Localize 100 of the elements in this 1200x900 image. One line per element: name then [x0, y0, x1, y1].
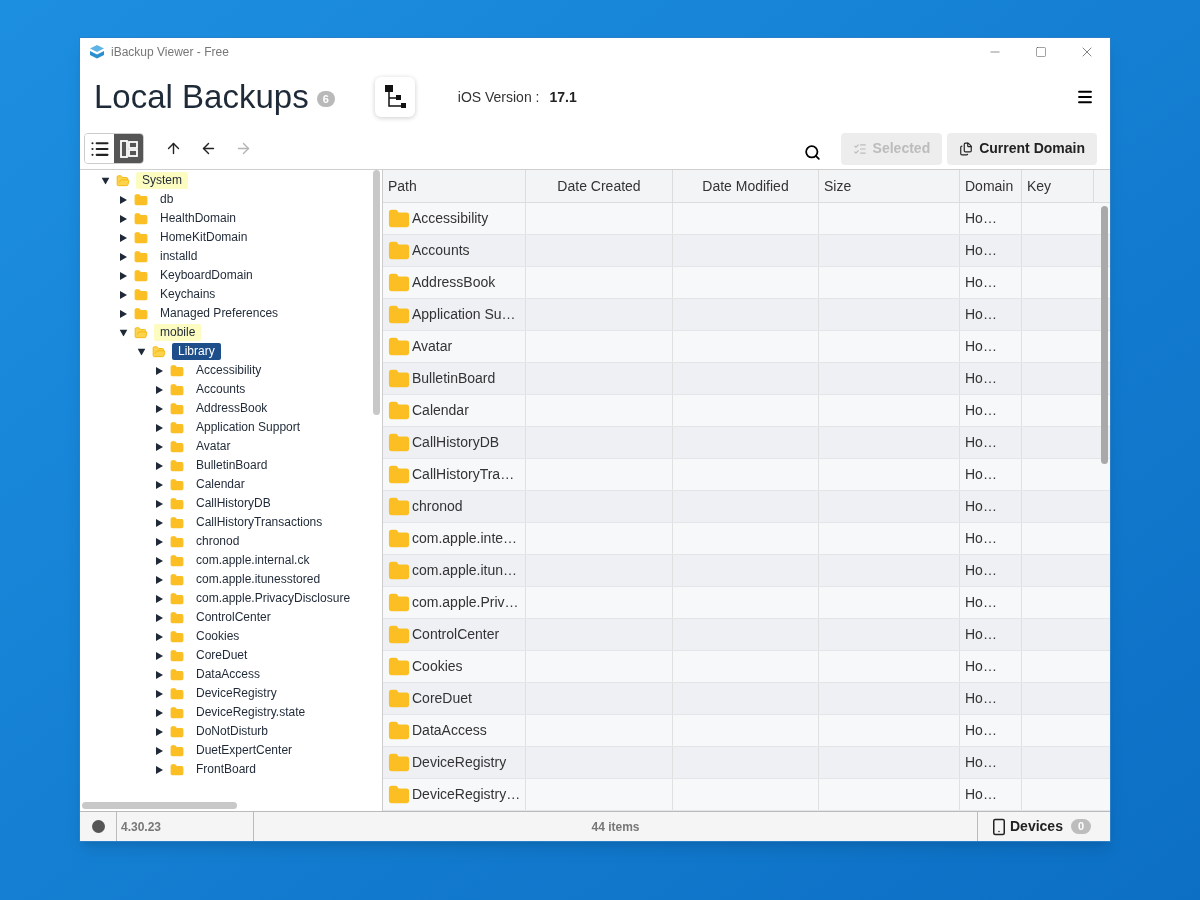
collapsed-caret-icon[interactable]	[156, 385, 163, 394]
tree-item[interactable]: DuetExpertCenter	[190, 742, 299, 759]
tree-item[interactable]: db	[154, 191, 180, 208]
tree-item[interactable]: Accounts	[190, 381, 252, 398]
collapsed-caret-icon[interactable]	[120, 233, 127, 242]
folder-icon	[388, 783, 410, 806]
tree-item[interactable]: installd	[154, 248, 204, 265]
collapsed-caret-icon[interactable]	[156, 442, 163, 451]
tree-item[interactable]: com.apple.PrivacyDisclosure	[190, 590, 357, 607]
tree-item[interactable]: DeviceRegistry	[190, 685, 283, 702]
folder-icon	[388, 239, 410, 262]
collapsed-caret-icon[interactable]	[156, 518, 163, 527]
folder-icon	[134, 192, 148, 207]
folder-icon	[170, 363, 184, 378]
horizontal-scrollbar[interactable]	[82, 802, 237, 809]
folder-icon	[170, 515, 184, 530]
tree-item[interactable]: com.apple.itunesstored	[190, 571, 327, 588]
collapsed-caret-icon[interactable]	[156, 613, 163, 622]
path-cell-text: Cookies	[412, 657, 463, 676]
folder-icon	[388, 655, 410, 678]
tree-item[interactable]: Accessibility	[190, 362, 268, 379]
column-header[interactable]: Path	[383, 170, 526, 202]
collapsed-caret-icon[interactable]	[120, 252, 127, 261]
open-folder-icon	[116, 173, 130, 188]
collapsed-caret-icon[interactable]	[156, 575, 163, 584]
collapsed-caret-icon[interactable]	[156, 651, 163, 660]
column-header[interactable]: Domain	[960, 170, 1022, 202]
tree-item[interactable]: Application Support	[190, 419, 307, 436]
folder-icon	[134, 306, 148, 321]
current-domain-button[interactable]: Current Domain	[947, 132, 1097, 165]
path-cell-text: Calendar	[412, 401, 469, 420]
collapsed-caret-icon[interactable]	[120, 271, 127, 280]
tree-item[interactable]: ControlCenter	[190, 609, 277, 626]
collapsed-caret-icon[interactable]	[156, 556, 163, 565]
tree-item[interactable]: AddressBook	[190, 400, 274, 417]
column-header[interactable]: Size	[819, 170, 960, 202]
folder-icon	[170, 705, 184, 720]
collapsed-caret-icon[interactable]	[156, 499, 163, 508]
collapsed-caret-icon[interactable]	[120, 309, 127, 318]
tree-item[interactable]: HealthDomain	[154, 210, 243, 227]
tree-item[interactable]: mobile	[154, 324, 202, 341]
tree-item[interactable]: CallHistoryDB	[190, 495, 277, 512]
collapsed-caret-icon[interactable]	[156, 537, 163, 546]
column-header[interactable]: Date Created	[526, 170, 673, 202]
table-scrollbar[interactable]	[1101, 206, 1108, 464]
path-cell-text: chronod	[412, 497, 463, 516]
tree-item[interactable]: HomeKitDomain	[154, 229, 254, 246]
tree-item[interactable]: com.apple.internal.ck	[190, 552, 316, 569]
tree-item[interactable]: Library	[172, 343, 221, 360]
tree-item[interactable]: chronod	[190, 533, 246, 550]
collapsed-caret-icon[interactable]	[156, 423, 163, 432]
collapsed-caret-icon[interactable]	[120, 214, 127, 223]
checklist-icon	[852, 141, 867, 156]
collapsed-caret-icon[interactable]	[156, 765, 163, 774]
tree-item[interactable]: CoreDuet	[190, 647, 254, 664]
collapsed-caret-icon[interactable]	[156, 727, 163, 736]
folder-icon	[388, 271, 410, 294]
tree-item[interactable]: DataAccess	[190, 666, 267, 683]
collapsed-caret-icon[interactable]	[156, 480, 163, 489]
collapsed-caret-icon[interactable]	[156, 632, 163, 641]
collapsed-caret-icon[interactable]	[156, 594, 163, 603]
column-header[interactable]: Date Modified	[673, 170, 819, 202]
tree-item[interactable]: FrontBoard	[190, 761, 263, 778]
collapsed-caret-icon[interactable]	[156, 670, 163, 679]
menu-button[interactable]	[1076, 88, 1094, 106]
search-icon	[803, 144, 821, 161]
tree-item[interactable]: Cookies	[190, 628, 246, 645]
collapsed-caret-icon[interactable]	[120, 290, 127, 299]
column-header[interactable]: Key	[1022, 170, 1094, 202]
tree-item[interactable]: Calendar	[190, 476, 251, 493]
path-cell-text: Accessibility	[412, 209, 489, 228]
tree-item[interactable]: Keychains	[154, 286, 222, 303]
tree-item[interactable]: Managed Preferences	[154, 305, 285, 322]
vertical-scrollbar[interactable]	[373, 170, 380, 415]
collapsed-caret-icon[interactable]	[156, 689, 163, 698]
expanded-caret-icon[interactable]	[101, 177, 110, 184]
devices-button[interactable]: Devices 0	[977, 812, 1110, 841]
search-button[interactable]	[803, 144, 821, 161]
tree-view-button[interactable]	[114, 134, 143, 163]
tree-item[interactable]: Avatar	[190, 438, 237, 455]
domain-cell-text: Ho…	[965, 753, 997, 772]
tree-item[interactable]: CallHistoryTransactions	[190, 514, 329, 531]
collapsed-caret-icon[interactable]	[156, 746, 163, 755]
path-cell-text: CoreDuet	[412, 689, 472, 708]
tree-item[interactable]: BulletinBoard	[190, 457, 274, 474]
collapsed-caret-icon[interactable]	[120, 195, 127, 204]
collapsed-caret-icon[interactable]	[156, 461, 163, 470]
folder-icon	[170, 629, 184, 644]
tree-item[interactable]: DoNotDisturb	[190, 723, 275, 740]
tree-diagram-button[interactable]	[374, 77, 415, 117]
collapsed-caret-icon[interactable]	[156, 404, 163, 413]
collapsed-caret-icon[interactable]	[156, 366, 163, 375]
tree-item[interactable]: DeviceRegistry.state	[190, 704, 312, 721]
folder-icon	[170, 553, 184, 568]
path-cell-text: CallHistoryDB	[412, 433, 500, 452]
collapsed-caret-icon[interactable]	[156, 708, 163, 717]
tree-item[interactable]: System	[136, 172, 188, 189]
expanded-caret-icon[interactable]	[137, 348, 146, 355]
tree-item[interactable]: KeyboardDomain	[154, 267, 259, 284]
expanded-caret-icon[interactable]	[119, 329, 128, 336]
